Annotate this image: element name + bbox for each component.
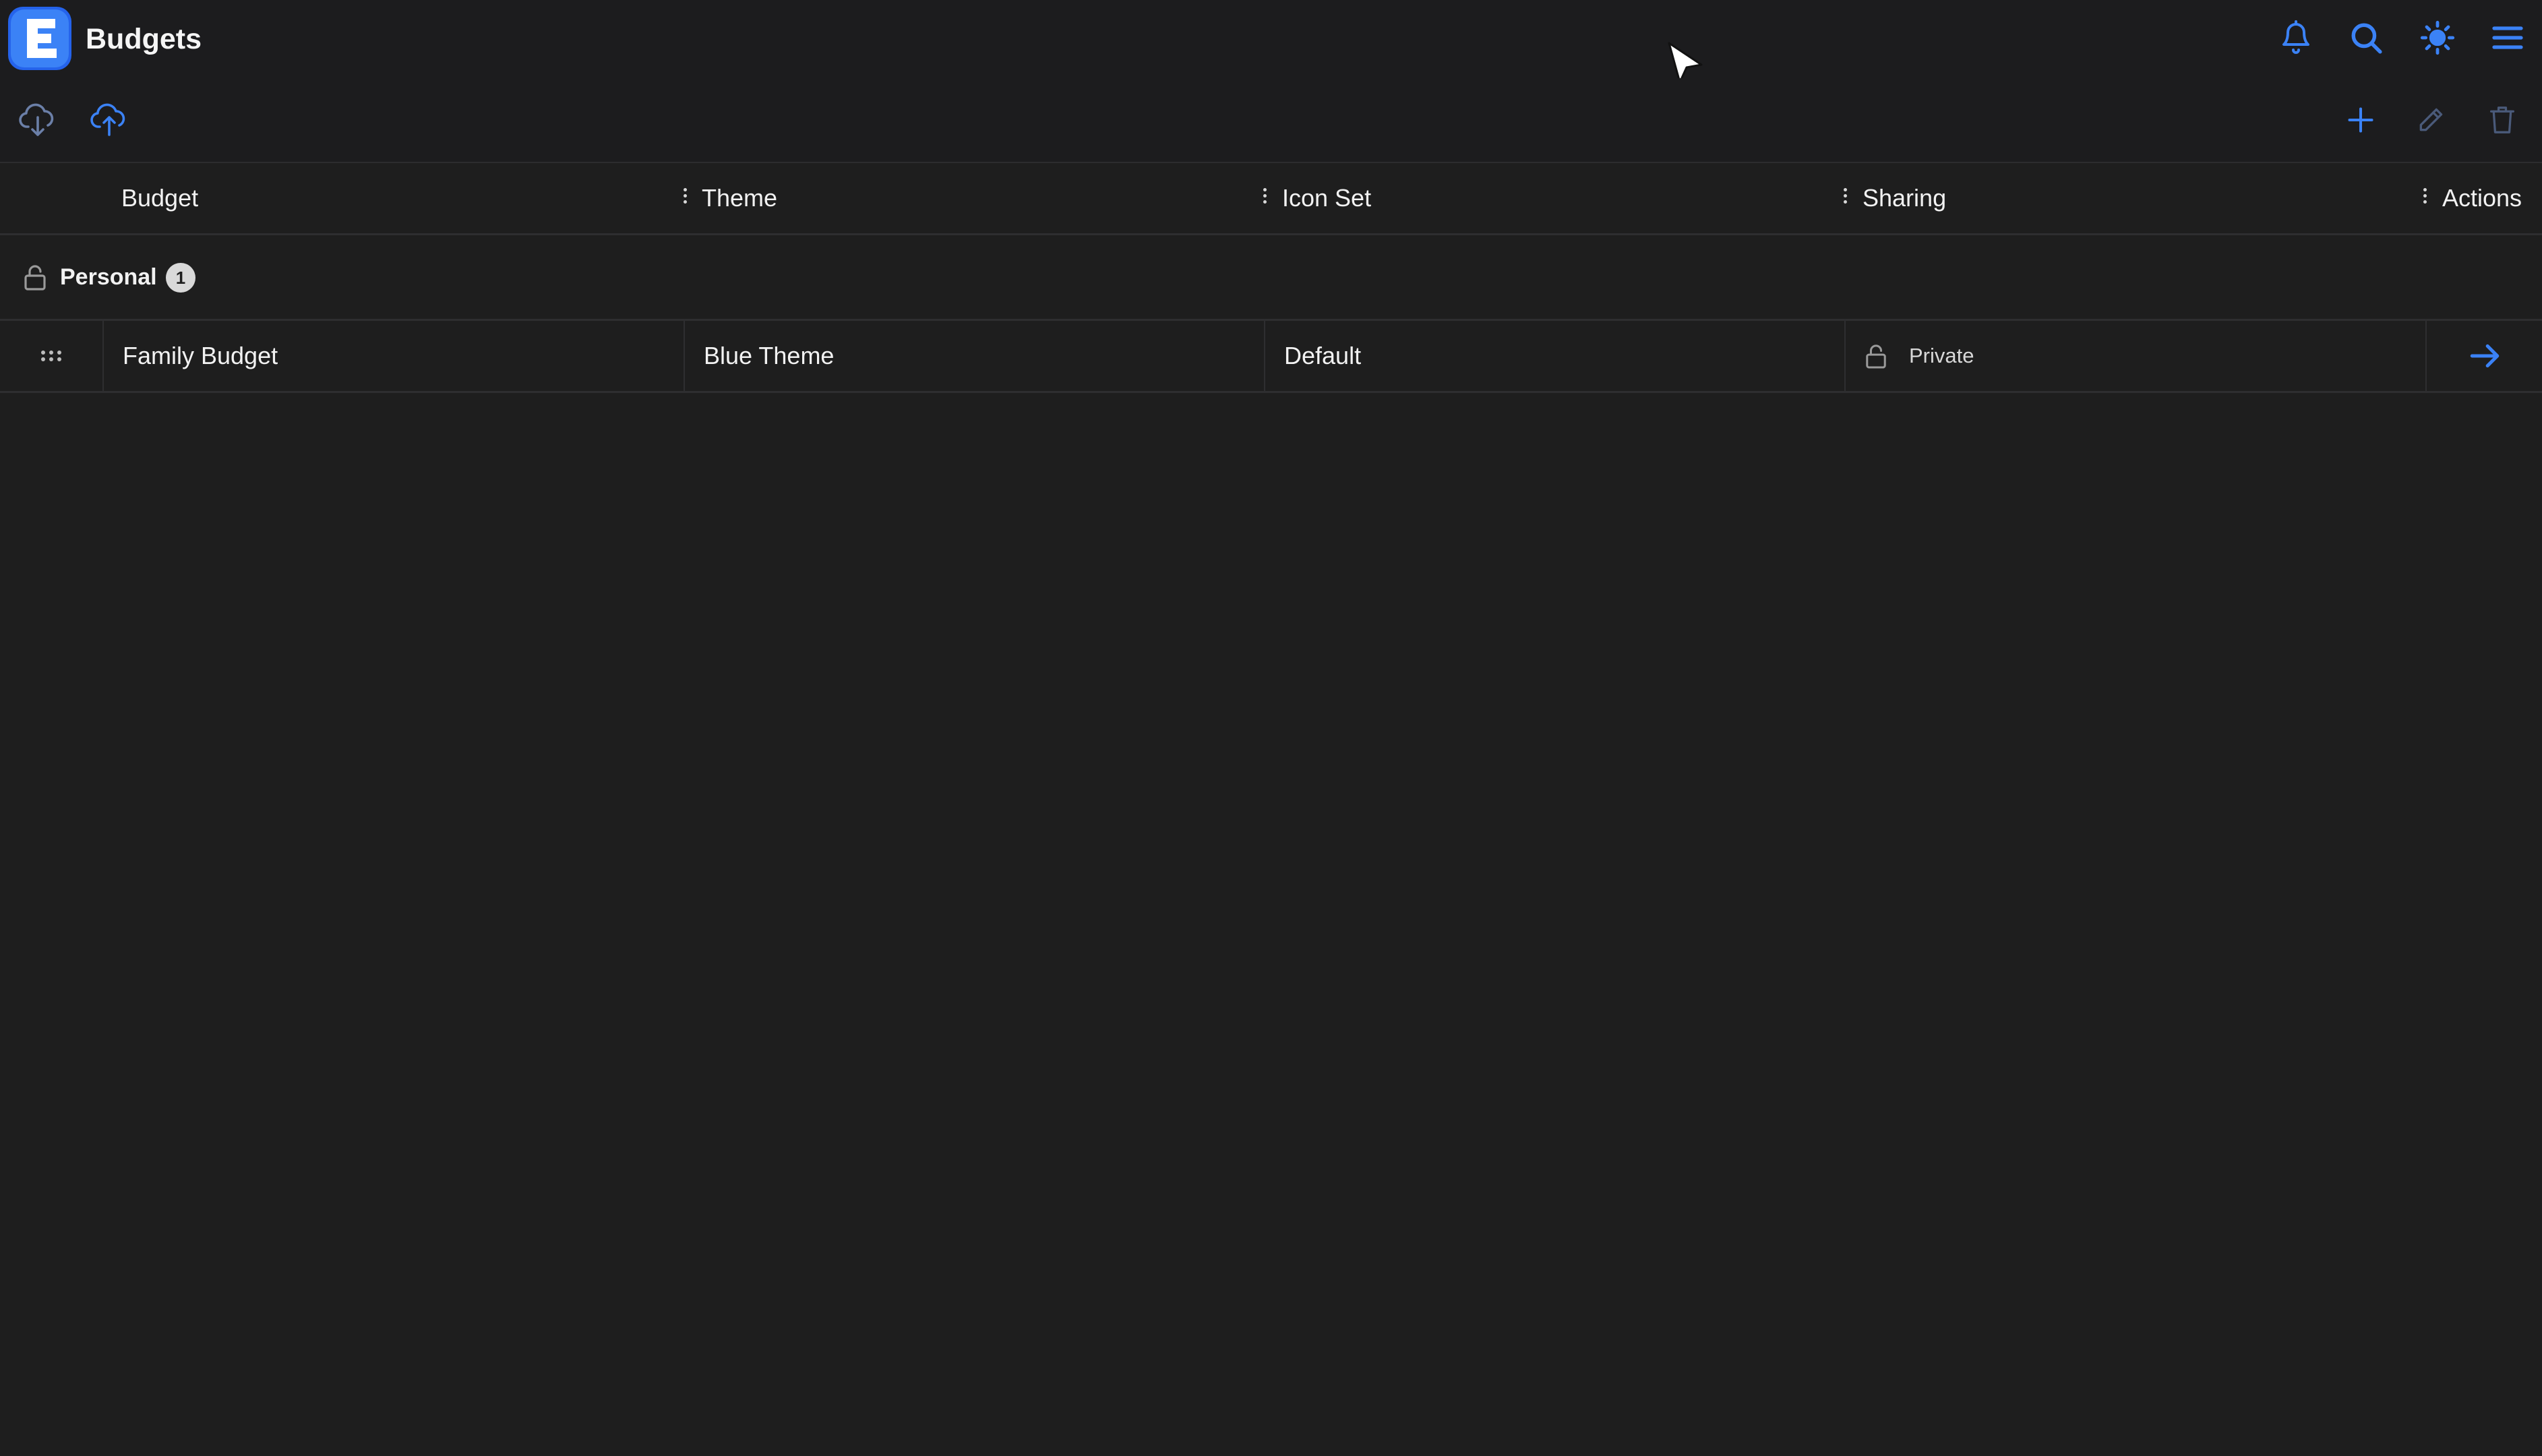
column-header-actions: Actions (2442, 184, 2522, 212)
lock-icon (24, 265, 46, 291)
page-title: Budgets (86, 23, 202, 55)
pencil-icon[interactable] (2409, 98, 2452, 142)
group-row-personal[interactable]: Personal (0, 235, 2542, 321)
column-menu-icon[interactable] (680, 186, 690, 210)
column-menu-icon[interactable] (1840, 186, 1850, 210)
column-header-budget[interactable]: Budget (121, 163, 198, 233)
column-header-icon-set[interactable]: Icon Set (1282, 163, 1371, 233)
trash-icon[interactable] (2481, 98, 2524, 142)
cell-theme[interactable]: Blue Theme (684, 321, 1264, 391)
cell-budget[interactable]: Family Budget (102, 321, 684, 391)
sun-icon[interactable] (2417, 18, 2458, 58)
table-column-header: Budget Theme Icon Set Sharing Actions (0, 163, 2542, 235)
menu-icon[interactable] (2487, 18, 2528, 58)
cloud-upload-icon[interactable] (88, 98, 131, 142)
search-icon[interactable] (2346, 18, 2386, 58)
toolbar (0, 78, 2542, 163)
cell-icon-set[interactable]: Default (1264, 321, 1844, 391)
lock-icon (1866, 344, 1886, 369)
group-count-badge: 1 (166, 263, 195, 293)
table-row[interactable]: Family Budget Blue Theme Default Private (0, 321, 2542, 393)
bell-icon[interactable] (2276, 18, 2316, 58)
column-menu-icon[interactable] (1260, 186, 1269, 210)
plus-icon[interactable] (2339, 98, 2382, 142)
empty-content-area (0, 393, 2542, 1456)
budgets-app: Budgets Budget Theme Icon Set Sharing Ac… (0, 0, 2542, 1456)
group-name: Personal (60, 264, 157, 290)
sharing-status: Private (1909, 344, 1974, 367)
cell-actions (2425, 321, 2542, 391)
app-logo-icon[interactable] (8, 7, 71, 70)
column-menu-icon[interactable] (2420, 186, 2429, 210)
drag-handle-icon[interactable] (0, 321, 102, 391)
app-header: Budgets (0, 0, 2542, 84)
column-header-sharing[interactable]: Sharing (1863, 163, 1946, 233)
arrow-right-icon[interactable] (2468, 339, 2502, 373)
cell-sharing[interactable]: Private (1844, 321, 2425, 391)
column-header-theme[interactable]: Theme (702, 163, 777, 233)
cloud-download-icon[interactable] (16, 98, 59, 142)
